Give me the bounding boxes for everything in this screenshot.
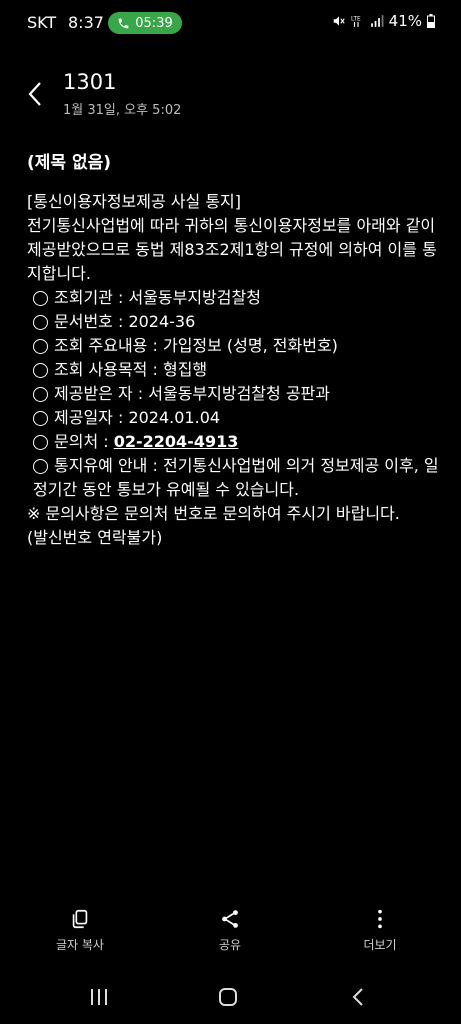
contact-phone-link[interactable]: 02-2204-4913: [114, 432, 239, 451]
list-item: 제공일자 : 2024.01.04: [27, 406, 439, 430]
deferral-notice-item: 통지유예 안내 : 전기통신사업법에 의거 정보제공 이후, 일정기간 동안 통…: [33, 456, 439, 499]
svg-text:LTE: LTE: [351, 16, 361, 22]
share-icon: [222, 910, 238, 928]
action-bar: 글자 복사 공유 더보기: [0, 908, 461, 968]
call-timer: 05:39: [135, 15, 173, 31]
copy-icon: [72, 909, 88, 929]
circle-bullet-icon: [33, 315, 48, 330]
recent-apps-icon: [91, 989, 107, 1005]
signal-strength-icon: [370, 15, 384, 27]
phone-icon: [118, 18, 129, 28]
home-button[interactable]: [208, 980, 248, 1014]
message-body[interactable]: [통신이용자정보제공 사실 통지] 전기통신사업법에 따라 귀하의 통신이용자정…: [27, 190, 439, 550]
notice-intro: 전기통신사업법에 따라 귀하의 통신이용자정보를 아래와 같이 제공받았으므로 …: [27, 216, 437, 283]
list-item: 조회기관 : 서울동부지방검찰청: [27, 286, 439, 310]
status-bar: SKT 8:37 05:39 LTE 41%: [0, 0, 461, 44]
mute-icon: [333, 16, 345, 26]
back-arrow-icon: [352, 988, 363, 1006]
more-vertical-icon: [378, 909, 382, 929]
chevron-left-icon: [28, 82, 41, 106]
circle-bullet-icon: [33, 339, 48, 354]
circle-bullet-icon: [33, 363, 48, 378]
circle-bullet-icon: [33, 435, 48, 450]
battery-icon: [427, 14, 435, 28]
copy-text-label: 글자 복사: [56, 938, 104, 952]
contact-item: 문의처 : 02-2204-4913: [27, 430, 439, 454]
lte-signal-icon: LTE: [351, 16, 361, 27]
share-label: 공유: [218, 938, 242, 952]
sender-title: 1301: [63, 70, 117, 94]
list-item: 조회 사용목적 : 형집행: [27, 358, 439, 382]
list-item: 제공받은 자 : 서울동부지방검찰청 공판과: [27, 382, 439, 406]
list-item: 조회 주요내용 : 가입정보 (성명, 전화번호): [27, 334, 439, 358]
home-icon: [219, 988, 237, 1006]
list-item: 문서번호 : 2024-36: [27, 310, 439, 334]
carrier-label: SKT: [27, 13, 57, 32]
copy-text-button[interactable]: 글자 복사: [20, 908, 140, 953]
circle-bullet-icon: [33, 411, 48, 426]
message-subject: (제목 없음): [27, 153, 112, 173]
inquiry-note: ※ 문의사항은 문의처 번호로 문의하여 주시기 바랍니다.: [27, 504, 400, 523]
no-reply-note: (발신번호 연락불가): [27, 528, 163, 547]
clock: 8:37: [68, 13, 104, 32]
notice-heading: [통신이용자정보제공 사실 통지]: [27, 192, 242, 211]
circle-bullet-icon: [33, 291, 48, 306]
more-button[interactable]: 더보기: [320, 908, 440, 953]
battery-percent: 41%: [388, 12, 422, 30]
ongoing-call-pill[interactable]: 05:39: [108, 12, 182, 34]
circle-bullet-icon: [33, 387, 48, 402]
circle-bullet-icon: [33, 459, 48, 474]
share-button[interactable]: 공유: [170, 908, 290, 953]
more-label: 더보기: [363, 938, 397, 952]
navigation-bar: [0, 980, 461, 1014]
message-date: 1월 31일, 오후 5:02: [63, 103, 182, 118]
recent-apps-button[interactable]: [79, 980, 119, 1014]
system-back-button[interactable]: [338, 980, 378, 1014]
status-icons: LTE 41%: [332, 12, 435, 30]
contact-label: 문의처 :: [54, 432, 114, 451]
back-button[interactable]: [24, 78, 48, 110]
